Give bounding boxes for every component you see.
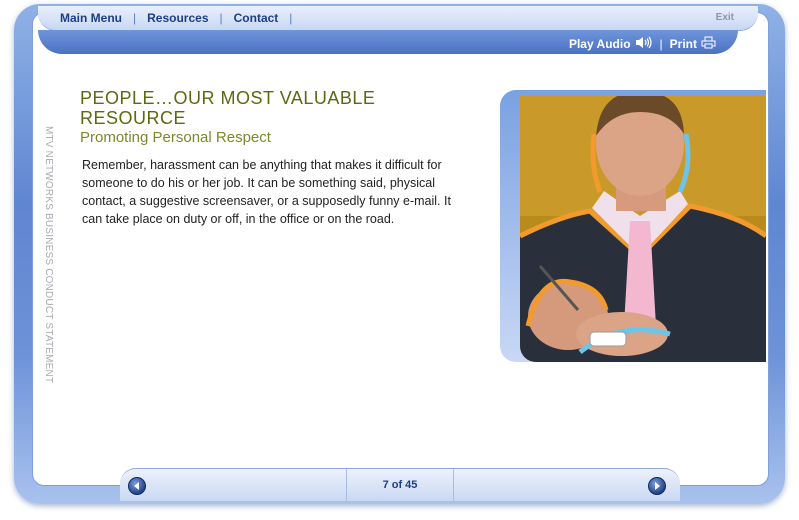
main-nav: Main Menu | Resources | Contact | [60, 11, 303, 25]
side-label: MTV NETWORKS BUSINESS CONDUCT STATEMENT [43, 126, 54, 384]
previous-button[interactable] [128, 477, 146, 495]
toolbar-bar: Play Audio | Print [38, 30, 738, 54]
print-button[interactable]: Print [670, 36, 716, 52]
top-nav-bar: Main Menu | Resources | Contact | Exit [38, 6, 758, 31]
printer-icon [701, 36, 716, 52]
nav-contact[interactable]: Contact [234, 11, 279, 25]
print-label: Print [669, 37, 697, 51]
page-title: PEOPLE…OUR MOST VALUABLE RESOURCE [80, 88, 376, 128]
next-button[interactable] [648, 477, 666, 495]
speaker-icon [635, 36, 653, 52]
page-counter: 7 of 45 [346, 469, 454, 501]
arrow-left-icon [134, 482, 139, 490]
toolbar-separator: | [659, 37, 663, 51]
page-subtitle: Promoting Personal Respect [80, 129, 271, 146]
play-audio-label: Play Audio [568, 37, 631, 51]
nav-main-menu[interactable]: Main Menu [60, 11, 122, 25]
play-audio-button[interactable]: Play Audio [569, 36, 653, 52]
nav-separator: | [219, 11, 223, 25]
nav-separator: | [289, 11, 293, 25]
body-paragraph: Remember, harassment can be anything tha… [82, 158, 451, 226]
nav-resources[interactable]: Resources [147, 11, 208, 25]
businessman-photo [520, 96, 766, 362]
photo-frame [500, 90, 766, 362]
nav-separator: | [133, 11, 137, 25]
arrow-right-icon [655, 482, 660, 490]
exit-button[interactable]: Exit [716, 12, 734, 23]
toolbar: Play Audio | Print [569, 36, 716, 52]
pager-bar: 7 of 45 [120, 468, 680, 501]
